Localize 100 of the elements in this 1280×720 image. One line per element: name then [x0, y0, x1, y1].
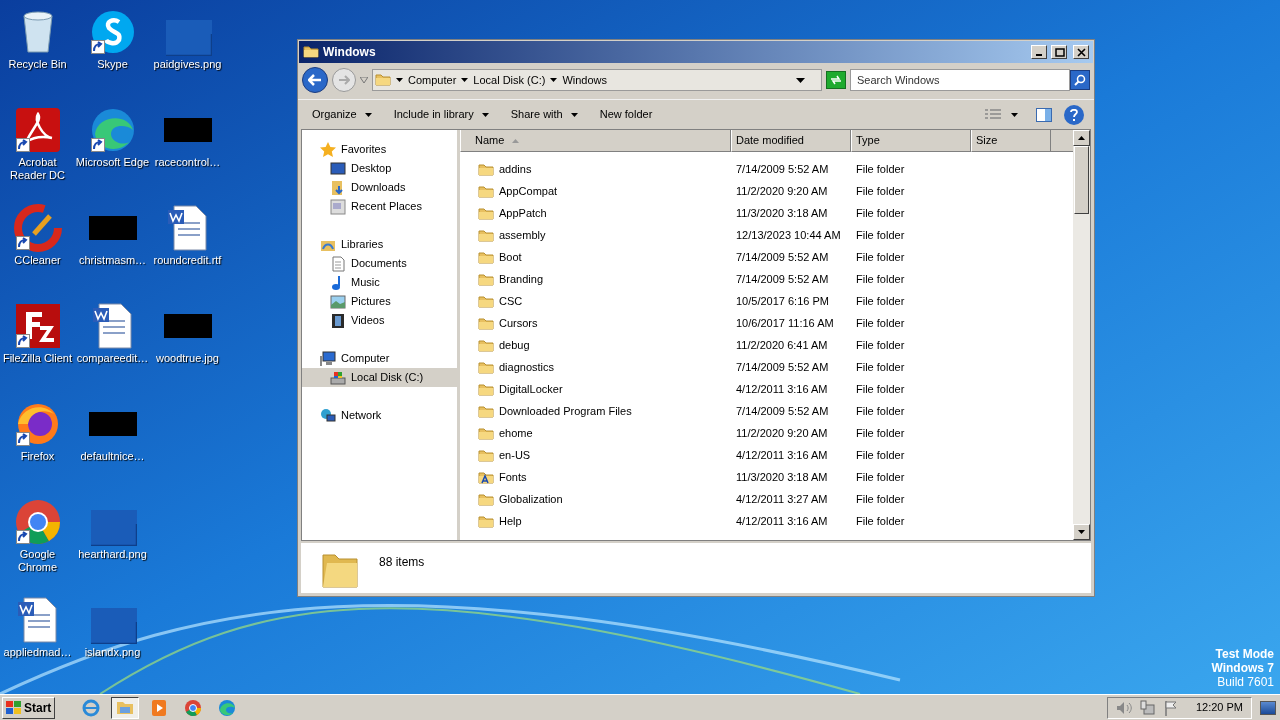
- file-name: Globalization: [499, 491, 563, 507]
- nav-item[interactable]: Desktop: [302, 159, 457, 178]
- nav-item[interactable]: Recent Places: [302, 197, 457, 216]
- file-type: File folder: [856, 382, 905, 395]
- show-desktop-button[interactable]: [1260, 700, 1276, 715]
- icon-label: islandx.png: [83, 646, 142, 659]
- desktop-icon[interactable]: racecontrol…: [150, 102, 225, 200]
- nav-item[interactable]: Pictures: [302, 292, 457, 311]
- file-type: File folder: [856, 338, 905, 351]
- file-type: File folder: [856, 250, 905, 263]
- clock[interactable]: 12:20 PM: [1195, 699, 1243, 716]
- toolbar-button[interactable]: Share with: [500, 102, 588, 127]
- desktop-icon[interactable]: defaultnice…: [75, 396, 150, 494]
- file-name: ehome: [499, 425, 533, 441]
- chrome-app-icon: [13, 498, 62, 546]
- breadcrumb-item[interactable]: Windows: [562, 71, 608, 89]
- desktop-icon[interactable]: Skype: [75, 4, 150, 102]
- desktop-icon[interactable]: paidgives.png: [150, 4, 225, 102]
- icon-label: compareedit…: [75, 352, 150, 365]
- scrollbar[interactable]: [1073, 130, 1090, 540]
- desktop-icon[interactable]: FileZilla Client: [0, 298, 75, 396]
- file-name: Boot: [499, 249, 522, 265]
- desktop-icon[interactable]: CCleaner: [0, 200, 75, 298]
- desktop-icon[interactable]: compareedit…: [75, 298, 150, 396]
- file-row[interactable]: ehome 11/2/2020 9:20 AM File folder: [460, 422, 1073, 444]
- nav-item[interactable]: Downloads: [302, 178, 457, 197]
- scroll-down-button[interactable]: [1073, 524, 1090, 540]
- dropdown-arrow-icon: [360, 77, 368, 83]
- toolbar-button[interactable]: Include in library: [383, 102, 499, 127]
- file-row[interactable]: Downloaded Program Files 7/14/2009 5:52 AM File folder: [460, 400, 1073, 422]
- icon-label: Recycle Bin: [7, 58, 68, 71]
- desktop-icon[interactable]: appliedmad…: [0, 592, 75, 690]
- search-field[interactable]: Search Windows: [850, 69, 1070, 91]
- file-row[interactable]: DigitalLocker 4/12/2011 3:16 AM File folder: [460, 378, 1073, 400]
- image-thumbnail-icon: [90, 510, 137, 546]
- scroll-thumb[interactable]: [1074, 146, 1089, 214]
- column-header[interactable]: Date modified: [731, 130, 851, 152]
- breadcrumb-item[interactable]: Computer: [408, 71, 457, 89]
- date-modified: 4/12/2011 3:16 AM: [736, 448, 828, 461]
- back-button[interactable]: [302, 67, 328, 93]
- file-row[interactable]: diagnostics 7/14/2009 5:52 AM File folder: [460, 356, 1073, 378]
- file-row[interactable]: CSC 10/5/2017 6:16 PM File folder: [460, 290, 1073, 312]
- nav-item[interactable]: Computer: [302, 349, 457, 368]
- desktop-icon[interactable]: roundcredit.rtf: [150, 200, 225, 298]
- desktop-icon[interactable]: Recycle Bin: [0, 4, 75, 102]
- toolbar-button[interactable]: New folder: [589, 102, 663, 127]
- desktop-icon[interactable]: Microsoft Edge: [75, 102, 150, 200]
- folder-icon: [478, 492, 494, 506]
- broom-app-icon: [13, 204, 62, 252]
- icon-label: hearthard.png: [77, 548, 148, 561]
- file-row[interactable]: AppCompat 11/2/2020 9:20 AM File folder: [460, 180, 1073, 202]
- nav-item[interactable]: Music: [302, 273, 457, 292]
- column-header[interactable]: Name: [460, 130, 731, 152]
- column-header[interactable]: Size: [971, 130, 1051, 152]
- item-count: 88 items: [379, 554, 425, 571]
- start-button[interactable]: Start: [2, 696, 56, 719]
- file-type: File folder: [856, 360, 905, 373]
- desktop-icon[interactable]: Google Chrome: [0, 494, 75, 592]
- refresh-button[interactable]: [826, 71, 846, 89]
- scroll-up-button[interactable]: [1073, 130, 1090, 146]
- desktop-icon[interactable]: hearthard.png: [75, 494, 150, 592]
- file-row[interactable]: Cursors 10/6/2017 11:16 AM File folder: [460, 312, 1073, 334]
- desktop-icon[interactable]: Firefox: [0, 396, 75, 494]
- file-row[interactable]: addins 7/14/2009 5:52 AM File folder: [460, 158, 1073, 180]
- search-button[interactable]: [1070, 70, 1090, 90]
- file-name: debug: [499, 337, 530, 353]
- desktop-icon[interactable]: Acrobat Reader DC: [0, 102, 75, 200]
- taskbar-button[interactable]: [111, 696, 140, 719]
- address-bar[interactable]: Computer Local Disk (C:) Windows: [372, 69, 822, 91]
- column-header[interactable]: Type: [851, 130, 971, 152]
- desktop-icon[interactable]: christmasm…: [75, 200, 150, 298]
- date-modified: 4/12/2011 3:27 AM: [736, 492, 828, 505]
- file-row[interactable]: Globalization 4/12/2011 3:27 AM File folder: [460, 488, 1073, 510]
- nav-item[interactable]: Local Disk (C:): [302, 368, 457, 387]
- nav-item[interactable]: Documents: [302, 254, 457, 273]
- breadcrumb-item[interactable]: Local Disk (C:): [473, 71, 546, 89]
- file-type: File folder: [856, 294, 905, 307]
- file-row[interactable]: debug 11/2/2020 6:41 AM File folder: [460, 334, 1073, 356]
- file-row[interactable]: Help 4/12/2011 3:16 AM File folder: [460, 510, 1073, 532]
- folder-icon: [375, 72, 391, 88]
- desktop-icon[interactable]: islandx.png: [75, 592, 150, 690]
- nav-item[interactable]: Network: [302, 406, 457, 425]
- file-row[interactable]: Boot 7/14/2009 5:52 AM File folder: [460, 246, 1073, 268]
- file-row[interactable]: AppPatch 11/3/2020 3:18 AM File folder: [460, 202, 1073, 224]
- nav-item[interactable]: Libraries: [302, 235, 457, 254]
- file-row[interactable]: Fonts 11/3/2020 3:18 AM File folder: [460, 466, 1073, 488]
- nav-item[interactable]: Favorites: [302, 140, 457, 159]
- maximize-button[interactable]: [1051, 45, 1067, 59]
- file-row[interactable]: en-US 4/12/2011 3:16 AM File folder: [460, 444, 1073, 466]
- desktop-icon[interactable]: woodtrue.jpg: [150, 298, 225, 396]
- toolbar-button[interactable]: Organize: [302, 102, 382, 127]
- file-row[interactable]: assembly 12/13/2023 10:44 AM File folder: [460, 224, 1073, 246]
- file-row[interactable]: Branding 7/14/2009 5:52 AM File folder: [460, 268, 1073, 290]
- minimize-button[interactable]: [1031, 45, 1047, 59]
- date-modified: 11/3/2020 3:18 AM: [736, 470, 828, 483]
- down-arrow-icon: [1077, 529, 1086, 535]
- close-button[interactable]: [1073, 45, 1089, 59]
- dropdown-arrow-icon: [796, 77, 805, 83]
- nav-item[interactable]: Videos: [302, 311, 457, 330]
- help-button[interactable]: [1064, 104, 1084, 125]
